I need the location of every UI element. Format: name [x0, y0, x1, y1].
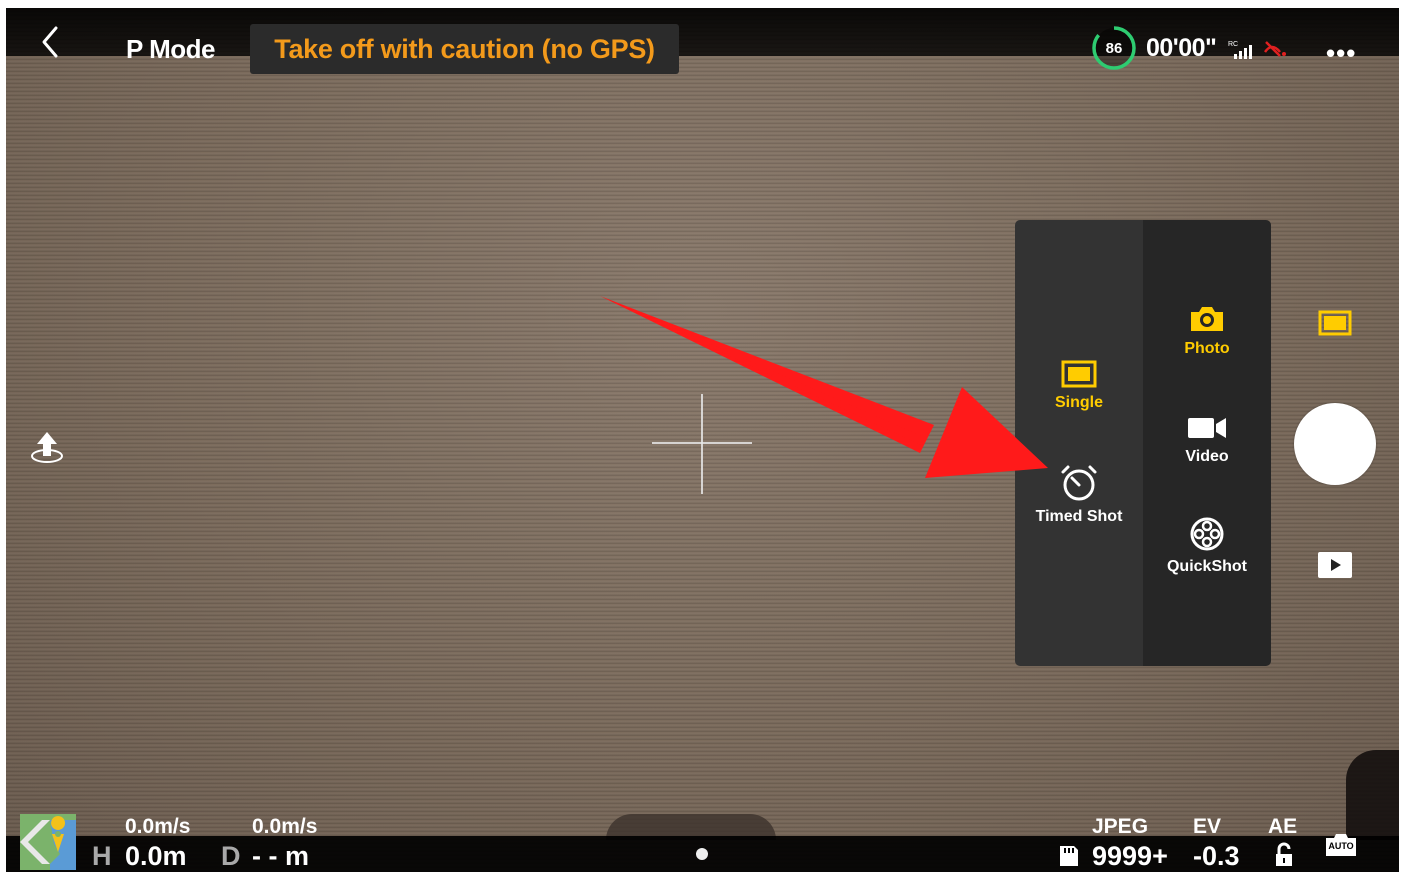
back-arrow-icon[interactable] [36, 22, 66, 62]
ae-unlock-icon[interactable] [1273, 842, 1295, 868]
height-label: H [92, 841, 112, 871]
svg-text:RC: RC [1228, 41, 1238, 48]
horizontal-speed: 0.0m/s [125, 815, 191, 838]
shooting-mode-menu: Single Timed Shot Photo Video QuickShot [1015, 220, 1271, 666]
remaining-shots: 9999+ [1092, 841, 1168, 871]
playback-icon[interactable] [1318, 552, 1352, 578]
ev-value[interactable]: -0.3 [1193, 841, 1240, 872]
video-signal-off-icon[interactable] [1262, 38, 1288, 60]
mode-single-label: Single [1054, 394, 1103, 411]
sd-card-icon [1060, 846, 1078, 866]
mode-photo[interactable]: Photo [1143, 304, 1271, 358]
gimbal-indicator [696, 848, 708, 860]
single-photo-icon [1061, 360, 1097, 388]
more-options-button[interactable]: ••• [1326, 38, 1356, 69]
auto-label: AUTO [1328, 841, 1354, 851]
flight-time: 00'00" [1146, 34, 1217, 62]
camera-auto-settings-icon[interactable]: AUTO [1324, 832, 1358, 858]
shutter-button[interactable] [1294, 403, 1376, 485]
photo-mode-toggle-icon[interactable] [1318, 310, 1352, 336]
distance-label: D [221, 841, 241, 871]
ae-label[interactable]: AE [1268, 815, 1297, 839]
video-camera-icon [1188, 418, 1226, 438]
map-icon[interactable] [20, 814, 76, 870]
mode-timed-shot-label: Timed Shot [1035, 508, 1123, 525]
camera-live-view: P Mode Take off with caution (no GPS) 86… [6, 8, 1399, 872]
battery-percent: 86 [1105, 39, 1123, 57]
capture-mode-column: Photo Video QuickShot [1143, 220, 1271, 666]
rc-signal-icon[interactable]: RC [1228, 38, 1256, 60]
photo-submode-column: Single Timed Shot [1015, 220, 1143, 666]
mode-quickshot-label: QuickShot [1166, 558, 1247, 575]
camera-icon [1191, 307, 1223, 331]
mode-video[interactable]: Video [1143, 414, 1271, 466]
gps-warning-banner: Take off with caution (no GPS) [250, 24, 679, 74]
vertical-speed: 0.0m/s [252, 815, 318, 838]
mode-quickshot[interactable]: QuickShot [1143, 516, 1271, 576]
foreground-object [1346, 750, 1399, 840]
distance-value: - - m [252, 841, 309, 871]
mode-timed-shot[interactable]: Timed Shot [1015, 464, 1143, 526]
mode-video-label: Video [1185, 448, 1229, 465]
mode-single[interactable]: Single [1015, 360, 1143, 412]
image-format[interactable]: JPEG [1092, 815, 1148, 839]
mode-photo-label: Photo [1184, 340, 1230, 357]
takeoff-icon[interactable] [26, 426, 68, 466]
center-crosshair [701, 394, 703, 494]
height-value: 0.0m [125, 841, 187, 871]
ev-label[interactable]: EV [1193, 815, 1221, 839]
flight-mode-label[interactable]: P Mode [126, 34, 215, 65]
timer-icon [1061, 465, 1097, 501]
film-reel-icon [1190, 517, 1224, 551]
